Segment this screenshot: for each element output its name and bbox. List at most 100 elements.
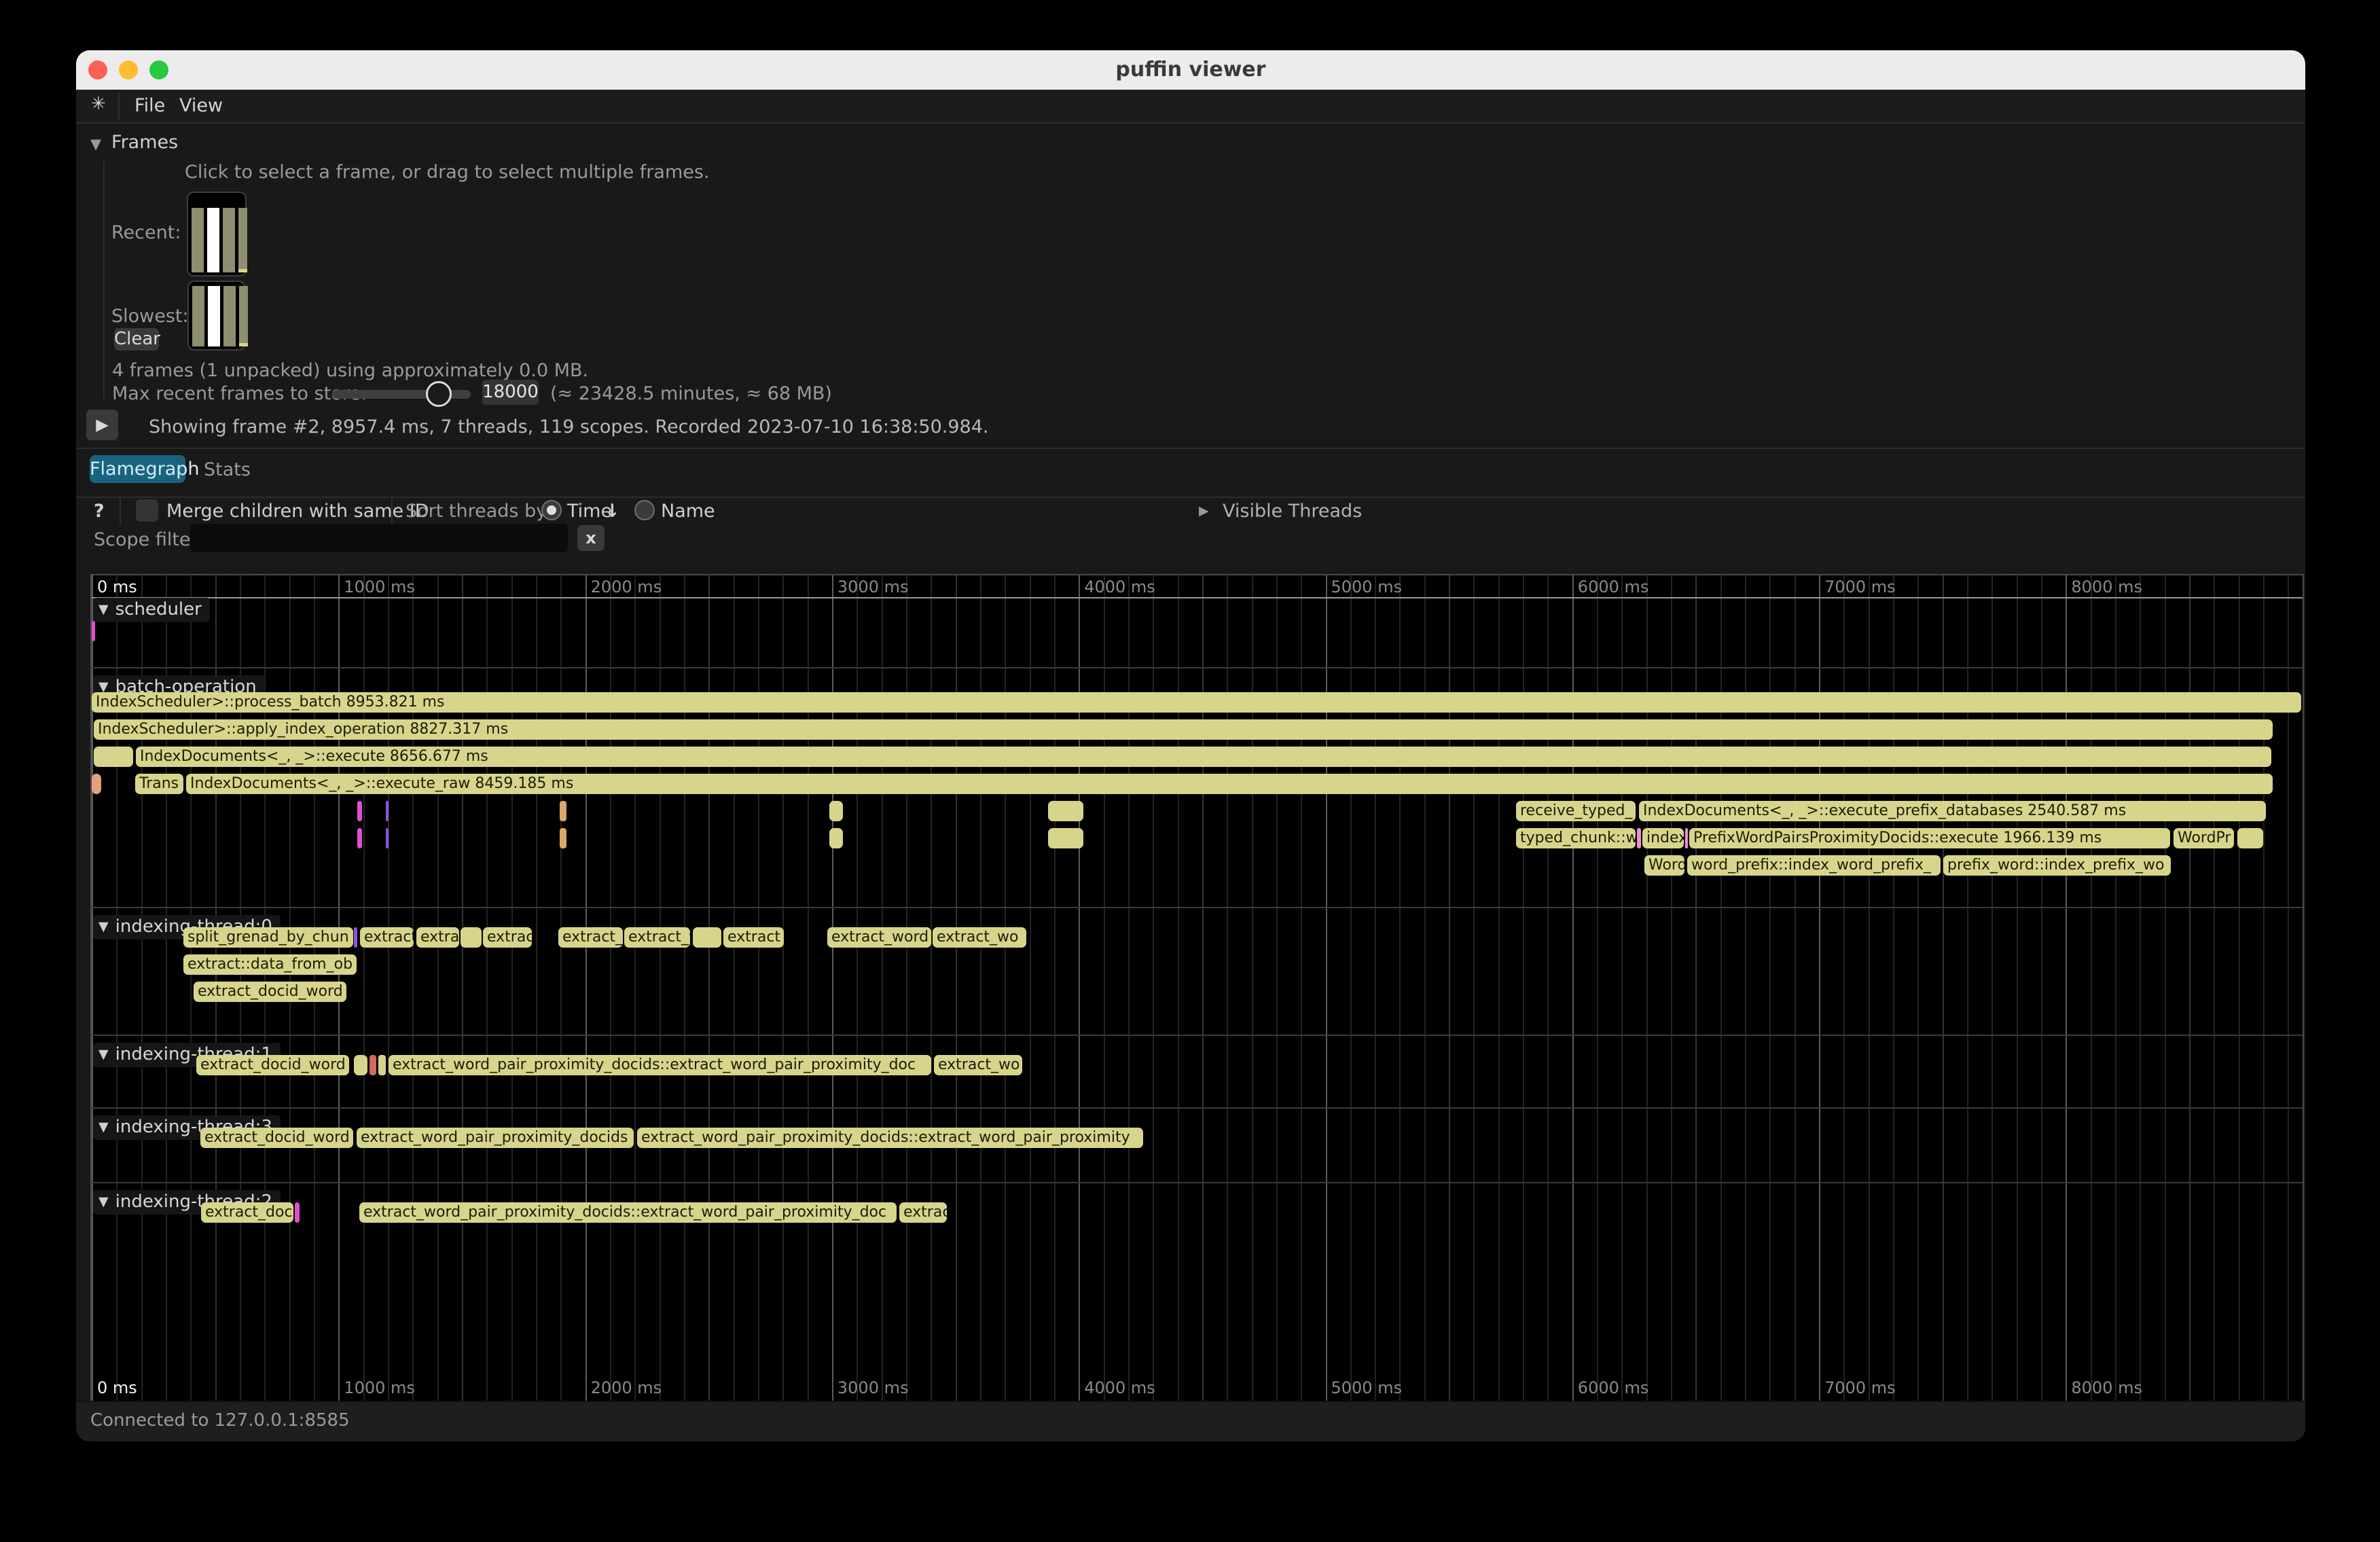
- tab-stats[interactable]: Stats: [204, 459, 251, 480]
- flame-span-small[interactable]: [1048, 801, 1083, 821]
- sort-name-label[interactable]: Name: [661, 501, 715, 522]
- flame-span[interactable]: prefix_word::index_prefix_wo: [1943, 855, 2171, 876]
- flame-span[interactable]: PrefixWordPairsProximityDocids::execute …: [1689, 828, 2170, 848]
- flame-span[interactable]: extract: [723, 927, 784, 948]
- flame-span[interactable]: WordPr: [2174, 828, 2234, 848]
- frame-thumbnail-bar[interactable]: [208, 286, 220, 346]
- flame-span-small[interactable]: [693, 927, 721, 948]
- flame-span[interactable]: word_prefix::index_word_prefix_: [1687, 855, 1941, 876]
- flame-span-small[interactable]: [2237, 828, 2263, 848]
- flame-span-small[interactable]: [92, 621, 95, 641]
- thread-collapse-triangle-icon[interactable]: ▼: [98, 1047, 109, 1062]
- flame-span[interactable]: extract_wo: [933, 927, 1026, 948]
- frame-thumbnail-bar[interactable]: [192, 286, 204, 346]
- merge-children-label[interactable]: Merge children with same ID: [166, 501, 429, 522]
- frames-collapse-triangle-icon[interactable]: ▼: [90, 136, 101, 152]
- flame-span-small[interactable]: [369, 1055, 376, 1075]
- frame-thumbnail-bar[interactable]: [239, 286, 248, 346]
- menu-file[interactable]: File: [134, 95, 165, 116]
- flamegraph-canvas[interactable]: 0 ms0 ms1000 ms1000 ms2000 ms2000 ms3000…: [90, 574, 2304, 1402]
- flame-span[interactable]: extract_word_pair_proximity_docids::extr…: [359, 1202, 897, 1223]
- app-asterisk-icon[interactable]: ✳: [91, 94, 106, 114]
- sort-time-radio[interactable]: [541, 500, 562, 520]
- flame-span[interactable]: extract_docid_word: [200, 1128, 353, 1148]
- visible-threads-collapse-triangle-icon[interactable]: ▶: [1199, 503, 1209, 518]
- flame-span[interactable]: IndexScheduler>::apply_index_operation 8…: [94, 719, 2273, 740]
- flame-span-small[interactable]: [354, 927, 357, 948]
- flame-span-small[interactable]: [295, 1202, 300, 1223]
- flame-span-small[interactable]: [92, 774, 101, 794]
- thread-collapse-triangle-icon[interactable]: ▼: [98, 602, 109, 617]
- flame-span[interactable]: extract_docid_word: [196, 1055, 349, 1075]
- flame-span[interactable]: extrac: [483, 927, 532, 948]
- flame-span-small[interactable]: [829, 828, 843, 848]
- frame-thumbnail-bar[interactable]: [223, 286, 236, 346]
- flame-span[interactable]: IndexDocuments<_, _>::execute_prefix_dat…: [1639, 801, 2266, 821]
- thread-collapse-triangle-icon[interactable]: ▼: [98, 1194, 109, 1209]
- flame-span[interactable]: index: [1642, 828, 1684, 848]
- merge-children-checkbox[interactable]: [136, 499, 158, 522]
- flame-span-small[interactable]: [357, 828, 362, 848]
- flame-span-small[interactable]: [829, 801, 843, 821]
- menubar: ✳ File View: [76, 90, 2305, 124]
- axis-tick-label-bottom: 3000 ms: [837, 1378, 909, 1397]
- axis-tick-label-bottom: 1000 ms: [344, 1378, 415, 1397]
- flame-span-small[interactable]: [461, 927, 482, 948]
- flame-span-small[interactable]: [1685, 828, 1688, 848]
- flame-span[interactable]: extract_word: [827, 927, 931, 948]
- flame-span[interactable]: extract_doc: [201, 1202, 293, 1223]
- flame-span[interactable]: IndexDocuments<_, _>::execute 8656.677 m…: [136, 747, 2271, 767]
- frames-section-header[interactable]: Frames: [111, 132, 178, 153]
- flame-span[interactable]: extract_wo: [934, 1055, 1022, 1075]
- flame-span[interactable]: typed_chunk::w: [1516, 828, 1636, 848]
- thread-collapse-triangle-icon[interactable]: ▼: [98, 1119, 109, 1134]
- flame-span-small[interactable]: [560, 801, 566, 821]
- menu-view[interactable]: View: [179, 95, 223, 116]
- flame-span-small[interactable]: [386, 801, 389, 821]
- flame-span-small[interactable]: [1048, 828, 1083, 848]
- flame-span[interactable]: extract_w: [624, 927, 690, 948]
- frame-thumbnail-bar[interactable]: [238, 208, 247, 272]
- scope-filter-input[interactable]: [190, 524, 568, 552]
- flame-span[interactable]: receive_typed_: [1516, 801, 1636, 821]
- visible-threads-header[interactable]: Visible Threads: [1223, 501, 1362, 522]
- flame-span[interactable]: extract_docid_word: [194, 982, 346, 1002]
- frame-thumbnail-bar[interactable]: [192, 208, 204, 272]
- flame-span[interactable]: extract_word_pair_proximity_docids: [357, 1128, 634, 1148]
- flame-span[interactable]: Trans: [135, 774, 183, 794]
- flame-span[interactable]: IndexDocuments<_, _>::execute_raw 8459.1…: [186, 774, 2273, 794]
- flame-span-small[interactable]: [378, 1055, 386, 1075]
- flame-span[interactable]: extract: [360, 927, 414, 948]
- frame-thumbnail-bar[interactable]: [223, 208, 235, 272]
- flame-span[interactable]: extra: [416, 927, 459, 948]
- flame-span[interactable]: extrac: [899, 1202, 947, 1223]
- section-separator: [92, 1035, 2303, 1036]
- thread-header[interactable]: ▼scheduler: [93, 598, 210, 622]
- flame-span[interactable]: IndexScheduler>::process_batch 8953.821 …: [92, 692, 2301, 713]
- clear-filter-button[interactable]: x: [577, 525, 605, 551]
- play-button[interactable]: ▶: [86, 410, 118, 440]
- max-frames-slider-knob[interactable]: [426, 381, 452, 407]
- thread-collapse-triangle-icon[interactable]: ▼: [98, 919, 109, 934]
- flame-span-small[interactable]: [1637, 828, 1641, 848]
- sort-direction-arrow-icon[interactable]: ↓: [605, 501, 620, 522]
- help-button[interactable]: ?: [94, 501, 105, 522]
- flame-span-small[interactable]: [560, 828, 566, 848]
- flame-span[interactable]: extract::data_from_ob: [183, 954, 357, 975]
- sort-name-radio[interactable]: [634, 500, 655, 520]
- flame-span-small[interactable]: [94, 747, 133, 767]
- tab-flamegraph[interactable]: Flamegraph: [90, 455, 185, 483]
- flame-span[interactable]: extract_word_pair_proximity_docids::extr…: [389, 1055, 931, 1075]
- recent-frames-thumbnail[interactable]: [187, 192, 247, 276]
- flame-span-small[interactable]: [386, 828, 389, 848]
- max-frames-value[interactable]: 18000: [482, 380, 539, 405]
- flame-span[interactable]: Word: [1644, 855, 1684, 876]
- flame-span-small[interactable]: [354, 1055, 367, 1075]
- frame-thumbnail-bar[interactable]: [207, 208, 219, 272]
- flame-span[interactable]: extract_: [558, 927, 623, 948]
- flame-span[interactable]: split_grenad_by_chun: [183, 927, 353, 948]
- flame-span-small[interactable]: [357, 801, 362, 821]
- slowest-frames-thumbnail[interactable]: [187, 281, 245, 351]
- flame-span[interactable]: extract_word_pair_proximity_docids::extr…: [637, 1128, 1143, 1148]
- clear-button[interactable]: Clear: [114, 328, 159, 351]
